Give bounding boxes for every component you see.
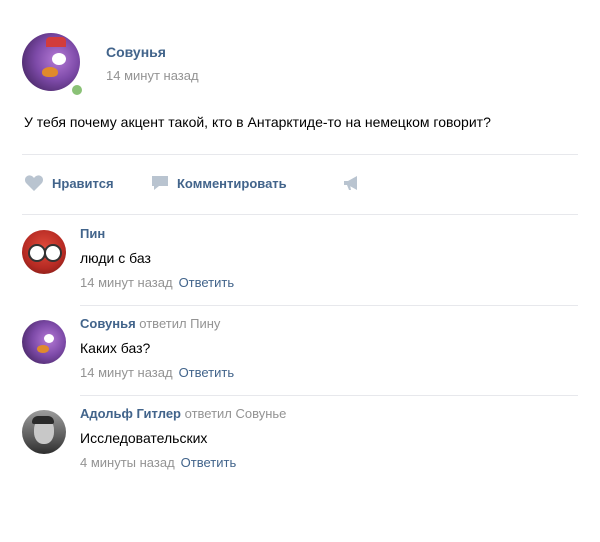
post-author-avatar[interactable] bbox=[22, 33, 80, 91]
reply-button[interactable]: Ответить bbox=[179, 365, 235, 380]
comment-timestamp[interactable]: 14 минут назад bbox=[80, 365, 173, 380]
avatar-hair-shape bbox=[32, 416, 54, 424]
comment-divider bbox=[80, 395, 578, 396]
comment-text: Исследовательских bbox=[80, 430, 208, 446]
avatar-goggle-shape bbox=[44, 244, 62, 262]
like-button[interactable]: Нравится bbox=[24, 174, 114, 192]
avatar-beak-shape bbox=[37, 345, 49, 353]
comment-text: Каких баз? bbox=[80, 340, 151, 356]
comment-author-name[interactable]: Адольф Гитлер bbox=[80, 406, 181, 421]
commenter-avatar[interactable] bbox=[22, 320, 66, 364]
commenter-avatar[interactable] bbox=[22, 410, 66, 454]
comment-divider bbox=[80, 305, 578, 306]
comment-item: Адольф Гитлер ответил Совунье Исследоват… bbox=[22, 406, 578, 474]
post-divider bbox=[22, 154, 578, 155]
commenter-avatar[interactable] bbox=[22, 230, 66, 274]
reply-button[interactable]: Ответить bbox=[179, 275, 235, 290]
avatar-eye-shape bbox=[44, 334, 54, 343]
comment-author-name[interactable]: Совунья bbox=[80, 316, 136, 331]
avatar-beak-shape bbox=[42, 67, 58, 77]
avatar-eye-shape bbox=[52, 53, 66, 65]
megaphone-icon bbox=[344, 176, 357, 190]
post-author-name[interactable]: Совунья bbox=[106, 44, 166, 60]
comment-label: Комментировать bbox=[177, 175, 287, 191]
reply-to-label[interactable]: ответил Пину bbox=[139, 316, 220, 331]
reply-to-label[interactable]: ответил Совунье bbox=[185, 406, 287, 421]
comment-text: люди с баз bbox=[80, 250, 151, 266]
actions-divider bbox=[22, 214, 578, 215]
post-text: У тебя почему акцент такой, кто в Антарк… bbox=[24, 114, 491, 130]
comment-author-line: Пин bbox=[80, 226, 105, 241]
comment-author-name[interactable]: Пин bbox=[80, 226, 105, 241]
comment-item: Совунья ответил Пину Каких баз? 14 минут… bbox=[22, 316, 578, 384]
comment-meta: 4 минуты назад Ответить bbox=[80, 455, 236, 470]
online-status-indicator bbox=[70, 83, 84, 97]
comment-meta: 14 минут назад Ответить bbox=[80, 365, 234, 380]
comment-button[interactable]: Комментировать bbox=[151, 174, 287, 192]
like-label: Нравится bbox=[52, 175, 114, 191]
reply-button[interactable]: Ответить bbox=[181, 455, 237, 470]
comment-item: Пин люди с баз 14 минут назад Ответить bbox=[22, 226, 578, 294]
comment-meta: 14 минут назад Ответить bbox=[80, 275, 234, 290]
comment-author-line: Совунья ответил Пину bbox=[80, 316, 220, 331]
share-button[interactable] bbox=[342, 174, 370, 192]
avatar-hat-shape bbox=[46, 37, 66, 47]
comment-timestamp[interactable]: 14 минут назад bbox=[80, 275, 173, 290]
comment-timestamp[interactable]: 4 минуты назад bbox=[80, 455, 175, 470]
comment-author-line: Адольф Гитлер ответил Совунье bbox=[80, 406, 286, 421]
post-timestamp[interactable]: 14 минут назад bbox=[106, 68, 199, 83]
comment-icon bbox=[152, 176, 168, 190]
heart-icon bbox=[24, 175, 44, 191]
